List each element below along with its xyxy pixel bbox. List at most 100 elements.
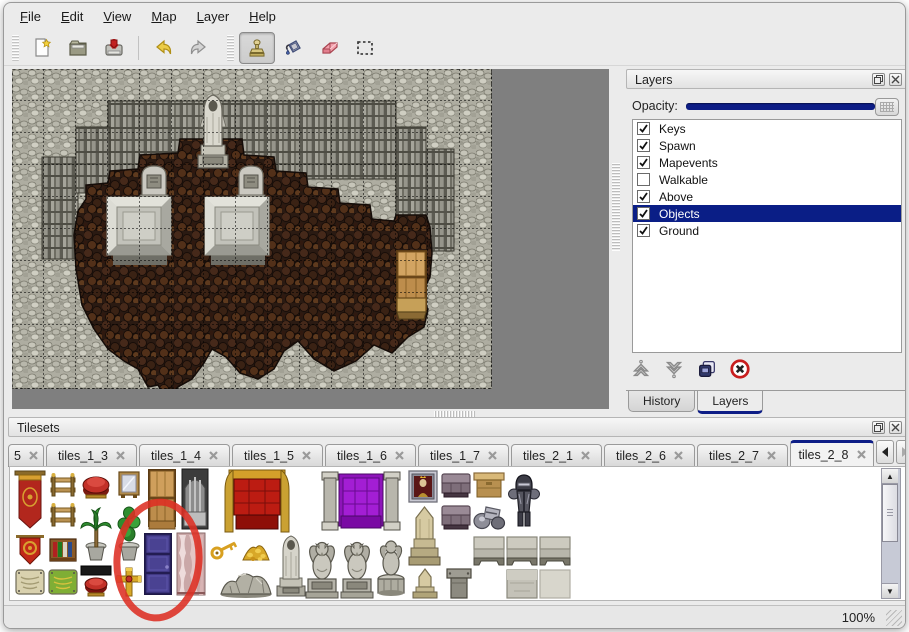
toolbar-handle[interactable] (227, 35, 234, 61)
tile-red-throne[interactable] (225, 470, 289, 532)
tile-wood-door[interactable] (148, 469, 176, 529)
layers-dock-header[interactable]: Layers (626, 69, 906, 89)
tab-close-icon[interactable] (767, 451, 776, 460)
tile-couch-a[interactable] (442, 474, 470, 497)
open-button[interactable] (60, 32, 96, 64)
opacity-slider-handle[interactable] (875, 98, 899, 116)
layer-checkbox[interactable] (637, 122, 650, 135)
layer-checkbox[interactable] (637, 207, 650, 220)
tile-beige-plaque[interactable] (16, 570, 44, 594)
tile-gray-gate[interactable] (182, 469, 208, 529)
tab-layers[interactable]: Layers (697, 391, 763, 414)
layer-row-ground[interactable]: Ground (633, 222, 901, 239)
tile-king-portrait[interactable] (409, 471, 437, 502)
layer-checkbox[interactable] (637, 190, 650, 203)
tile-rock-pile[interactable] (221, 574, 271, 598)
tile-pillar-head[interactable] (447, 569, 471, 598)
tile-table-stool[interactable] (81, 566, 111, 596)
tile-armor-heap[interactable] (474, 507, 505, 529)
float-icon[interactable] (872, 421, 885, 434)
layer-row-spawn[interactable]: Spawn (633, 137, 901, 154)
lower-layer-button[interactable] (661, 357, 687, 381)
tile-bush-plant[interactable] (118, 507, 140, 560)
tab-close-icon[interactable] (395, 451, 404, 460)
layer-row-above[interactable]: Above (633, 188, 901, 205)
menu-map[interactable]: Map (141, 5, 186, 28)
map-canvas-view[interactable] (12, 69, 609, 409)
tileset-tab-tiles_1_7[interactable]: tiles_1_7 (418, 444, 509, 466)
delete-layer-button[interactable] (727, 357, 753, 381)
tileset-tab-tiles_1_3[interactable]: tiles_1_3 (46, 444, 137, 466)
tileset-tab-tiles_1_4[interactable]: tiles_1_4 (139, 444, 230, 466)
tab-close-icon[interactable] (302, 451, 311, 460)
tile-purple-throne[interactable] (322, 472, 400, 530)
tile-knight-armor[interactable] (509, 475, 540, 526)
tile-gargoyle-barrel[interactable] (378, 541, 404, 596)
layer-checkbox[interactable] (637, 139, 650, 152)
raise-layer-button[interactable] (628, 357, 654, 381)
tile-stone-block-d[interactable] (507, 570, 537, 598)
tileset-content[interactable]: ▲ ▼ (9, 466, 906, 601)
duplicate-layer-button[interactable] (694, 357, 720, 381)
tile-palm-plant[interactable] (81, 508, 111, 560)
redo-button[interactable] (181, 32, 217, 64)
tile-obelisk-big[interactable] (409, 507, 440, 565)
opacity-slider[interactable] (686, 103, 875, 110)
select-tool-button[interactable] (347, 32, 383, 64)
tabs-scroll-left-icon[interactable] (876, 440, 894, 464)
layer-checkbox[interactable] (637, 173, 650, 186)
tab-close-icon[interactable] (674, 451, 683, 460)
tilesets-dock-header[interactable]: Tilesets (8, 417, 906, 437)
close-icon[interactable] (889, 73, 902, 86)
save-button[interactable] (96, 32, 132, 64)
undo-button[interactable] (145, 32, 181, 64)
tile-pink-gate[interactable] (177, 533, 205, 595)
tile-stone-block-e[interactable] (540, 570, 570, 598)
scroll-down-icon[interactable]: ▼ (882, 583, 898, 598)
tab-history[interactable]: History (628, 391, 695, 412)
tab-close-icon[interactable] (29, 451, 38, 460)
layer-row-keys[interactable]: Keys (633, 120, 901, 137)
tileset-tab-tiles_2_8[interactable]: tiles_2_8 (790, 440, 874, 466)
toolbar-handle[interactable] (12, 35, 19, 61)
eraser-tool-button[interactable] (311, 32, 347, 64)
menu-file[interactable]: File (10, 5, 51, 28)
tile-purple-door[interactable] (144, 533, 172, 595)
tile-mirror[interactable] (119, 472, 139, 498)
tileset-tab-tiles_1_6[interactable]: tiles_1_6 (325, 444, 416, 466)
tile-red-pouf[interactable] (83, 477, 109, 498)
tileset-tab-tiles_2_7[interactable]: tiles_2_7 (697, 444, 788, 466)
tile-hooded-statue[interactable] (277, 536, 305, 596)
layer-checkbox[interactable] (637, 224, 650, 237)
tileset-tab-tiles_2_6[interactable]: tiles_2_6 (604, 444, 695, 466)
tile-red-banner[interactable] (15, 471, 45, 528)
tile-wood-desk[interactable] (474, 473, 504, 497)
scrollbar-thumb[interactable] (882, 484, 898, 542)
tile-rack-b[interactable] (51, 503, 75, 526)
layer-row-mapevents[interactable]: Mapevents (633, 154, 901, 171)
layer-row-objects[interactable]: Objects (633, 205, 901, 222)
tab-close-icon[interactable] (488, 451, 497, 460)
menu-layer[interactable]: Layer (187, 5, 240, 28)
layer-checkbox[interactable] (637, 156, 650, 169)
tile-stone-block-c[interactable] (540, 537, 570, 565)
layer-row-walkable[interactable]: Walkable (633, 171, 901, 188)
tileset-tiles[interactable] (14, 468, 574, 600)
tile-rack-a[interactable] (51, 473, 75, 496)
tab-close-icon[interactable] (581, 451, 590, 460)
tileset-tab-5[interactable]: 5 (8, 444, 44, 466)
tab-close-icon[interactable] (116, 451, 125, 460)
menu-edit[interactable]: Edit (51, 5, 93, 28)
tileset-tab-tiles_1_5[interactable]: tiles_1_5 (232, 444, 323, 466)
tileset-scrollbar[interactable]: ▲ ▼ (881, 468, 901, 599)
menu-view[interactable]: View (93, 5, 141, 28)
tile-gargoyle-right[interactable] (341, 543, 373, 599)
map-canvas[interactable] (12, 69, 492, 389)
tileset-tab-tiles_2_1[interactable]: tiles_2_1 (511, 444, 602, 466)
stamp-tool-button[interactable] (239, 32, 275, 64)
tab-close-icon[interactable] (857, 450, 866, 459)
tile-stone-block-b[interactable] (507, 537, 537, 565)
tile-gold-key[interactable] (212, 543, 236, 558)
tile-bookshelf[interactable] (50, 539, 76, 561)
tile-gold-cross[interactable] (117, 568, 141, 596)
